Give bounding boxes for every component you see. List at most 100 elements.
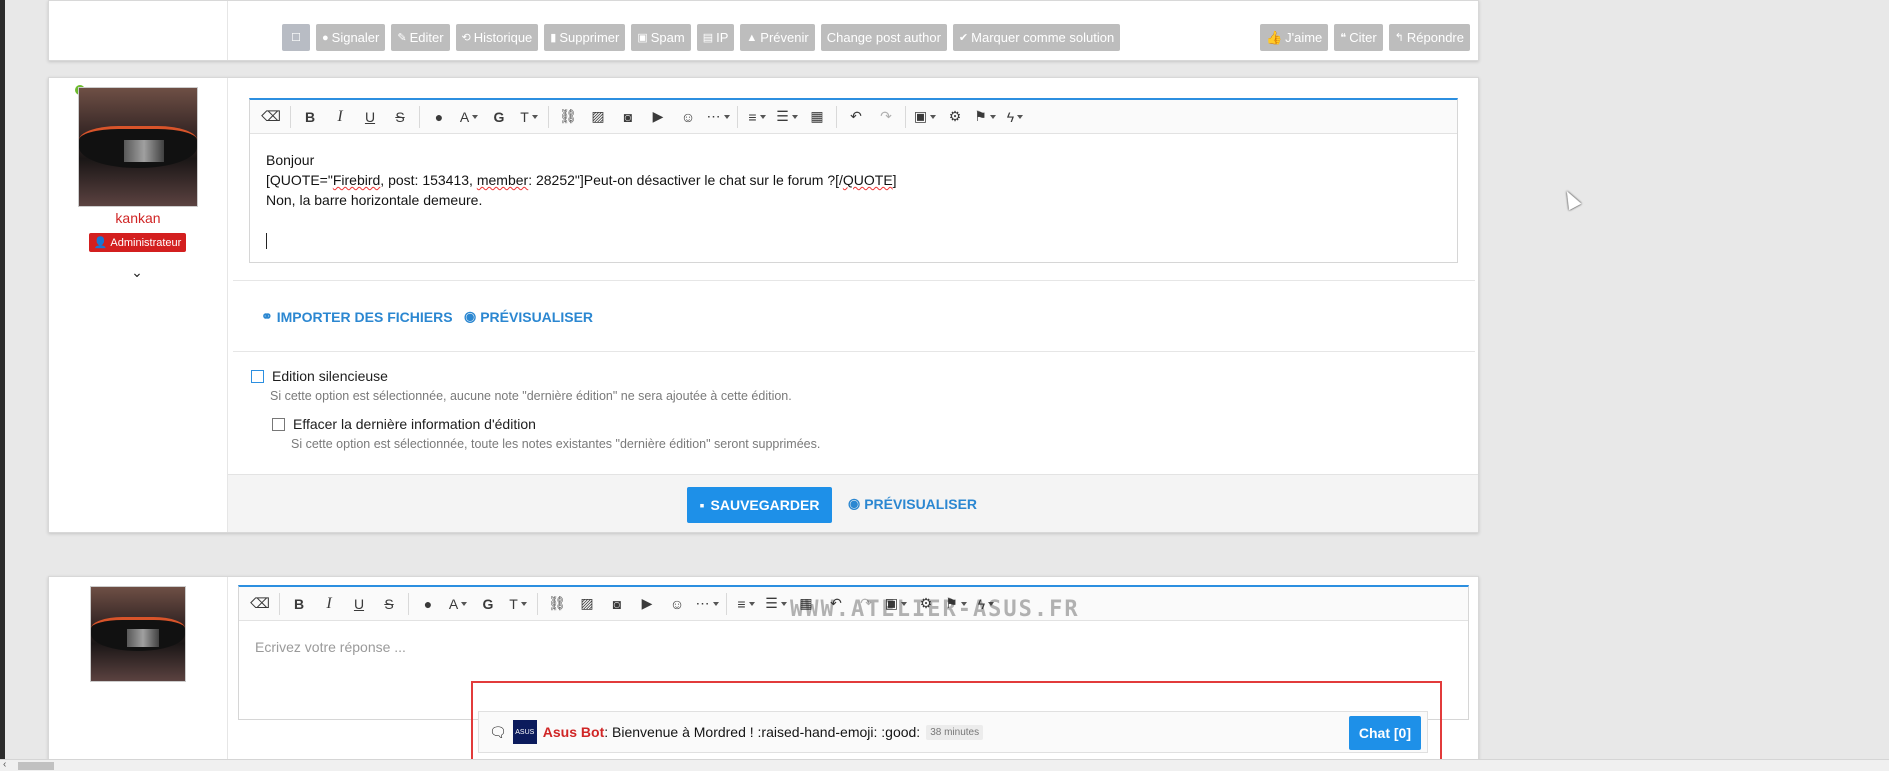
link-icon[interactable]: ⛓: [553, 105, 583, 129]
check-icon: ✔: [958, 32, 969, 44]
content-line: Bonjour: [266, 152, 315, 168]
text-style-icon[interactable]: T: [514, 105, 544, 129]
asus-logo: ASUS: [512, 720, 537, 744]
table-icon[interactable]: ▦: [802, 105, 832, 129]
camera-icon[interactable]: ◙: [602, 592, 632, 616]
ip-button[interactable]: ▤ IP: [696, 24, 735, 51]
warning-icon: ▲: [746, 31, 758, 44]
eye-icon: ◉: [848, 495, 861, 511]
list-icon[interactable]: ☰: [772, 105, 802, 129]
scroll-thumb[interactable]: [18, 762, 54, 770]
flag-icon[interactable]: ⚑: [970, 105, 1000, 129]
emoji-icon[interactable]: ☺: [673, 105, 703, 129]
empty-line: [266, 210, 1441, 230]
chevron-down-icon[interactable]: ⌄: [130, 265, 144, 279]
font-size-icon[interactable]: A: [443, 592, 473, 616]
gear-icon[interactable]: ⚙: [940, 105, 970, 129]
video-icon[interactable]: ▶: [643, 105, 673, 129]
image-icon[interactable]: ▨: [583, 105, 613, 129]
checkbox-box[interactable]: [272, 417, 285, 431]
chat-time: 38 minutes: [926, 724, 984, 740]
text-caret: [266, 233, 267, 250]
mouse-cursor-icon: [1560, 187, 1582, 211]
divider: [233, 351, 1475, 352]
bolt-icon[interactable]: ϟ: [1000, 105, 1030, 129]
left-edge: [0, 0, 5, 771]
quote-line: [QUOTE="Firebird, post: 153413, member: …: [266, 172, 897, 188]
eraser-icon[interactable]: ⌫: [256, 105, 286, 129]
link-icon[interactable]: ⛓: [542, 592, 572, 616]
scroll-left-icon[interactable]: ‹: [3, 759, 6, 770]
save-button[interactable]: ▪ SAUVEGARDER: [687, 487, 832, 523]
floppy-icon: ▪: [699, 497, 705, 513]
camera-icon[interactable]: ◙: [613, 105, 643, 129]
clear-last-edit-checkbox[interactable]: Effacer la dernière information d'éditio…: [272, 416, 536, 432]
underline-button[interactable]: U: [355, 105, 385, 129]
id-card-icon: ▤: [702, 32, 714, 44]
role-badge: 👤 Administrateur: [89, 233, 186, 252]
font-family-icon[interactable]: G: [473, 592, 503, 616]
history-icon: ⟲: [461, 32, 471, 44]
drafts-icon[interactable]: ▣: [910, 105, 940, 129]
pencil-icon: ✎: [397, 32, 407, 44]
italic-button[interactable]: I: [325, 105, 355, 129]
reply-icon: ↰: [1394, 32, 1404, 44]
divider: [233, 280, 1475, 281]
text-style-icon[interactable]: T: [503, 592, 533, 616]
horizontal-scrollbar[interactable]: ‹: [0, 759, 1889, 771]
preview-link[interactable]: ◉ PRÉVISUALISER: [464, 308, 593, 325]
font-family-icon[interactable]: G: [484, 105, 514, 129]
change-author-button[interactable]: Change post author: [820, 24, 947, 51]
emoji-icon[interactable]: ☺: [662, 592, 692, 616]
mark-solution-button[interactable]: ✔ Marquer comme solution: [952, 24, 1121, 51]
redo-icon[interactable]: ↷: [871, 105, 901, 129]
quote-button[interactable]: ❝ Citer: [1334, 24, 1383, 51]
chat-bubbles-icon: 🗨: [489, 723, 507, 740]
bold-button[interactable]: B: [284, 592, 314, 616]
eraser-icon[interactable]: ⌫: [245, 592, 275, 616]
undo-icon[interactable]: ↶: [841, 105, 871, 129]
reply-input[interactable]: Ecrivez votre réponse ...: [255, 639, 406, 655]
author-username[interactable]: kankan: [78, 210, 198, 226]
color-drop-icon[interactable]: ●: [413, 592, 443, 616]
watermark: WWW.ATELIER-ASUS.FR: [790, 597, 1080, 622]
align-icon[interactable]: ≡: [742, 105, 772, 129]
report-button[interactable]: ● Signaler: [316, 24, 386, 51]
more-icon[interactable]: ⋯: [692, 592, 722, 616]
trash-icon: ▮: [550, 32, 557, 44]
avatar[interactable]: [78, 87, 198, 207]
chat-button[interactable]: Chat [0]: [1348, 716, 1421, 750]
font-size-icon[interactable]: A: [454, 105, 484, 129]
spam-icon: ▣: [637, 32, 648, 44]
chat-message: Asus Bot: Bienvenue à Mordred ! :raised-…: [542, 724, 921, 740]
bold-button[interactable]: B: [295, 105, 325, 129]
select-button[interactable]: ☐: [282, 24, 310, 51]
delete-button[interactable]: ▮ Supprimer: [544, 24, 626, 51]
edit-button[interactable]: ✎ Editer: [391, 24, 450, 51]
footer-preview-link[interactable]: ◉ PRÉVISUALISER: [848, 495, 977, 512]
editor-content[interactable]: Bonjour [QUOTE="Firebird, post: 153413, …: [250, 134, 1457, 266]
square-icon: ☐: [291, 32, 301, 44]
import-files-link[interactable]: ⚭ IMPORTER DES FICHIERS: [261, 308, 453, 325]
history-button[interactable]: ⟲ Historique: [455, 24, 539, 51]
more-icon[interactable]: ⋯: [703, 105, 733, 129]
image-icon[interactable]: ▨: [572, 592, 602, 616]
align-icon[interactable]: ≡: [731, 592, 761, 616]
underline-button[interactable]: U: [344, 592, 374, 616]
warn-button[interactable]: ▲ Prévenir: [740, 24, 815, 51]
list-icon[interactable]: ☰: [761, 592, 791, 616]
exclamation-icon: ●: [322, 31, 329, 44]
color-drop-icon[interactable]: ●: [424, 105, 454, 129]
spam-button[interactable]: ▣ Spam: [631, 24, 691, 51]
chat-bar[interactable]: 🗨 ASUS Asus Bot: Bienvenue à Mordred ! :…: [478, 711, 1428, 753]
like-button[interactable]: 👍 J'aime: [1259, 24, 1329, 51]
reply-button[interactable]: ↰ Répondre: [1388, 24, 1470, 51]
strikethrough-button[interactable]: S: [385, 105, 415, 129]
silent-edit-checkbox[interactable]: Edition silencieuse: [251, 368, 388, 384]
strikethrough-button[interactable]: S: [374, 592, 404, 616]
checkbox-box[interactable]: [251, 369, 264, 383]
content-line: Non, la barre horizontale demeure.: [266, 192, 483, 208]
video-icon[interactable]: ▶: [632, 592, 662, 616]
italic-button[interactable]: I: [314, 592, 344, 616]
post-sidebar: [49, 1, 228, 60]
